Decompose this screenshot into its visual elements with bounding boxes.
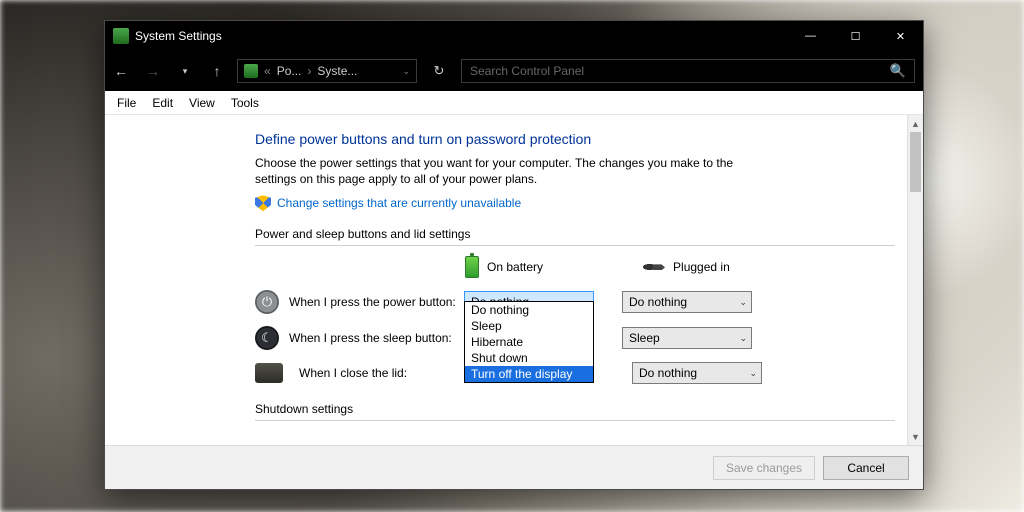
row-sleep-label: When I press the sleep button: <box>289 331 464 345</box>
breadcrumb-overflow[interactable]: « <box>264 64 271 78</box>
app-icon <box>113 28 129 44</box>
scroll-down-button[interactable]: ▼ <box>908 428 923 445</box>
dropdown-option[interactable]: Do nothing <box>465 302 593 318</box>
nav-toolbar: ← → ▾ ↑ « Po... › Syste... ⌄ ↻ 🔍 <box>105 51 923 91</box>
breadcrumb-1[interactable]: Po... <box>277 64 302 78</box>
menu-edit[interactable]: Edit <box>144 93 181 113</box>
maximize-button[interactable]: ☐ <box>833 21 878 51</box>
power-battery-options-list[interactable]: Do nothingSleepHibernateShut downTurn of… <box>464 301 594 383</box>
system-settings-window: System Settings — ☐ ✕ ← → ▾ ↑ « Po... › … <box>104 20 924 490</box>
close-button[interactable]: ✕ <box>878 21 923 51</box>
vertical-scrollbar[interactable]: ▲ ▼ <box>907 115 923 445</box>
section-power-buttons-title: Power and sleep buttons and lid settings <box>255 227 895 241</box>
address-dropdown-icon[interactable]: ⌄ <box>402 66 410 77</box>
dropdown-option[interactable]: Shut down <box>465 350 593 366</box>
page-description: Choose the power settings that you want … <box>255 155 755 187</box>
refresh-button[interactable]: ↻ <box>425 51 453 91</box>
plug-icon <box>643 260 665 274</box>
menu-tools[interactable]: Tools <box>223 93 267 113</box>
dialog-footer: Save changes Cancel <box>105 445 923 489</box>
forward-button[interactable]: → <box>137 51 169 91</box>
row-power-label: When I press the power button: <box>289 295 464 309</box>
power-plugged-select[interactable]: Do nothing ⌄ <box>622 291 752 313</box>
address-app-icon <box>244 64 258 78</box>
col-plugged-label: Plugged in <box>673 260 730 274</box>
scroll-up-button[interactable]: ▲ <box>908 115 923 132</box>
recent-dropdown[interactable]: ▾ <box>169 51 201 91</box>
sleep-icon: ☾ <box>255 326 279 350</box>
titlebar[interactable]: System Settings — ☐ ✕ <box>105 21 923 51</box>
shield-icon <box>255 195 271 211</box>
window-title: System Settings <box>135 29 788 43</box>
chevron-down-icon: ⌄ <box>739 333 747 344</box>
lid-plugged-value: Do nothing <box>639 366 697 380</box>
col-battery-label: On battery <box>487 260 543 274</box>
sleep-plugged-value: Sleep <box>629 331 660 345</box>
search-input[interactable] <box>470 64 890 78</box>
search-box[interactable]: 🔍 <box>461 59 915 83</box>
breadcrumb-2[interactable]: Syste... <box>317 64 357 78</box>
scroll-thumb[interactable] <box>910 132 921 192</box>
section-shutdown-title: Shutdown settings <box>255 402 895 416</box>
chevron-down-icon: ⌄ <box>749 368 757 379</box>
chevron-down-icon: ⌄ <box>739 297 747 308</box>
menu-view[interactable]: View <box>181 93 223 113</box>
row-lid-label: When I close the lid: <box>299 366 474 380</box>
column-headers: On battery Plugged in <box>465 256 895 278</box>
menu-file[interactable]: File <box>109 93 144 113</box>
dropdown-option[interactable]: Hibernate <box>465 334 593 350</box>
lid-plugged-select[interactable]: Do nothing ⌄ <box>632 362 762 384</box>
battery-icon <box>465 256 479 278</box>
cancel-button[interactable]: Cancel <box>823 456 909 480</box>
section-divider-2 <box>255 420 895 421</box>
power-icon: ⏻ <box>255 290 279 314</box>
up-button[interactable]: ↑ <box>201 51 233 91</box>
dropdown-option[interactable]: Turn off the display <box>465 366 593 382</box>
sleep-plugged-select[interactable]: Sleep ⌄ <box>622 327 752 349</box>
back-button[interactable]: ← <box>105 51 137 91</box>
search-icon[interactable]: 🔍 <box>890 63 906 79</box>
chevron-right-icon: › <box>307 64 311 78</box>
page-heading: Define power buttons and turn on passwor… <box>255 131 895 147</box>
scroll-track[interactable] <box>908 132 923 428</box>
change-settings-link[interactable]: Change settings that are currently unava… <box>277 196 521 210</box>
content-area: Define power buttons and turn on passwor… <box>105 115 923 445</box>
page-body: Define power buttons and turn on passwor… <box>105 115 907 445</box>
section-divider <box>255 245 895 246</box>
save-button[interactable]: Save changes <box>713 456 815 480</box>
dropdown-option[interactable]: Sleep <box>465 318 593 334</box>
menu-bar: File Edit View Tools <box>105 91 923 115</box>
power-plugged-value: Do nothing <box>629 295 687 309</box>
lid-icon <box>255 363 283 383</box>
minimize-button[interactable]: — <box>788 21 833 51</box>
address-bar[interactable]: « Po... › Syste... ⌄ <box>237 59 417 83</box>
